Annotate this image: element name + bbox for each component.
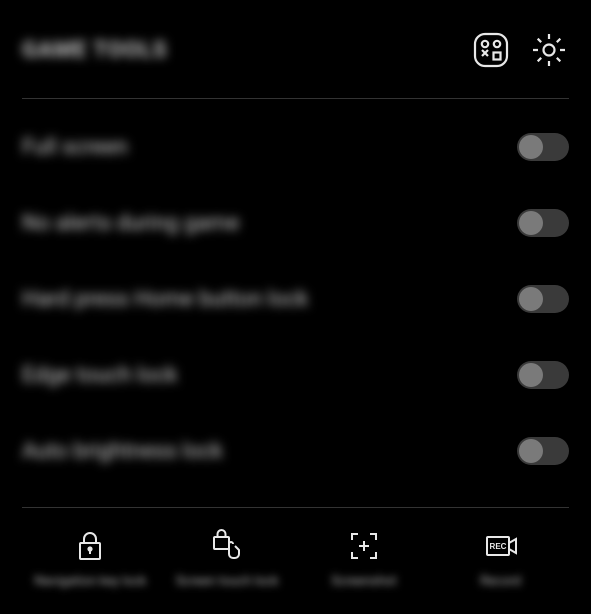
action-label: Navigation key lock xyxy=(34,574,146,591)
row-edge-touch-lock[interactable]: Edge touch lock xyxy=(22,337,569,413)
record-icon: REC xyxy=(483,528,519,564)
action-screenshot[interactable]: Screenshot xyxy=(304,528,424,591)
toggle-home-button-lock[interactable] xyxy=(517,285,569,313)
action-record[interactable]: REC Record xyxy=(441,528,561,591)
row-auto-brightness-lock[interactable]: Auto brightness lock xyxy=(22,413,569,489)
action-nav-key-lock[interactable]: Navigation key lock xyxy=(30,528,150,591)
settings-icon[interactable] xyxy=(529,30,569,70)
actions-row: Navigation key lock Screen touch lock xyxy=(22,508,569,591)
row-label: Full screen xyxy=(22,135,128,160)
games-icon[interactable] xyxy=(471,30,511,70)
row-no-alerts[interactable]: No alerts during game xyxy=(22,185,569,261)
toggle-full-screen[interactable] xyxy=(517,133,569,161)
row-label: Auto brightness lock xyxy=(22,439,223,464)
touch-lock-icon xyxy=(209,528,245,564)
toggle-no-alerts[interactable] xyxy=(517,209,569,237)
row-label: No alerts during game xyxy=(22,211,239,236)
screenshot-icon xyxy=(346,528,382,564)
row-label: Edge touch lock xyxy=(22,363,178,388)
row-home-button-lock[interactable]: Hard press Home button lock xyxy=(22,261,569,337)
settings-rows: Full screen No alerts during game Hard p… xyxy=(22,99,569,507)
action-label: Screen touch lock xyxy=(176,574,279,591)
row-full-screen[interactable]: Full screen xyxy=(22,109,569,185)
toggle-auto-brightness-lock[interactable] xyxy=(517,437,569,465)
action-label: Screenshot xyxy=(331,574,396,591)
action-screen-touch-lock[interactable]: Screen touch lock xyxy=(167,528,287,591)
svg-text:REC: REC xyxy=(489,542,506,551)
panel-title: GAME TOOLS xyxy=(22,38,167,63)
header-icons xyxy=(471,30,569,70)
header: GAME TOOLS xyxy=(22,0,569,98)
row-label: Hard press Home button lock xyxy=(22,287,308,312)
lock-icon xyxy=(72,528,108,564)
toggle-edge-touch-lock[interactable] xyxy=(517,361,569,389)
action-label: Record xyxy=(480,574,521,591)
